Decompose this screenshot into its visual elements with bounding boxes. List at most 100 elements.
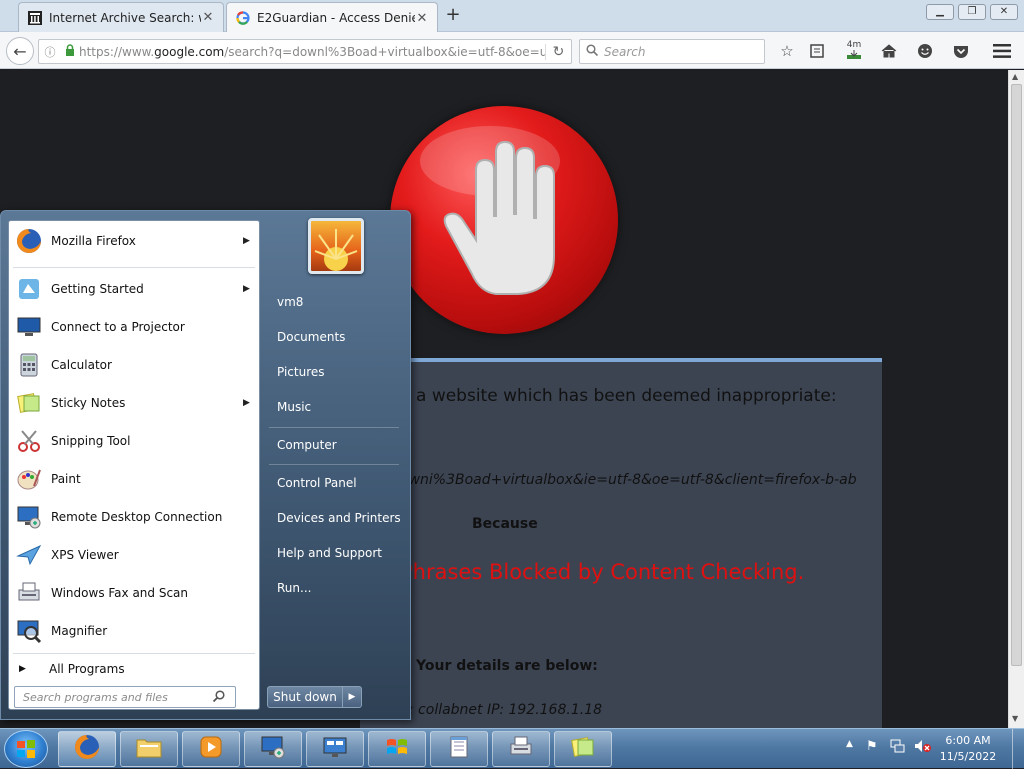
start-menu-item[interactable]: Paint: [9, 461, 259, 497]
reload-icon[interactable]: ↻: [545, 43, 571, 60]
minimize-button[interactable]: ▁: [926, 4, 954, 20]
scrollbar-thumb[interactable]: [1011, 84, 1022, 666]
download-icon[interactable]: 4m: [840, 38, 868, 62]
start-menu-item[interactable]: Getting Started ▶: [9, 271, 259, 307]
divider: [269, 464, 399, 465]
back-button[interactable]: ←: [6, 37, 34, 65]
url-bar[interactable]: ⓘ https://www.google.com/search?q=downl%…: [38, 39, 572, 64]
all-programs-button[interactable]: ▶ All Programs: [9, 657, 259, 681]
start-menu-link[interactable]: Run...: [277, 581, 311, 595]
taskbar-app-button[interactable]: [306, 731, 364, 767]
start-button[interactable]: [4, 730, 48, 768]
projector-icon: [13, 311, 45, 343]
download-time-badge: 4m: [846, 39, 862, 50]
smiley-feedback-icon[interactable]: [914, 40, 936, 62]
shutdown-options-button[interactable]: ▶: [342, 686, 362, 708]
show-hidden-icons-button[interactable]: ▲: [846, 739, 853, 749]
start-menu-item[interactable]: Windows Fax and Scan: [9, 575, 259, 611]
taskbar-app-button[interactable]: [120, 731, 178, 767]
fax-scan-icon: [508, 734, 534, 765]
home-icon[interactable]: [878, 40, 900, 62]
start-menu-link[interactable]: vm8: [277, 295, 303, 309]
start-menu-item[interactable]: Calculator: [9, 347, 259, 383]
remote-desktop-icon: [13, 501, 45, 533]
start-menu-item[interactable]: XPS Viewer: [9, 537, 259, 573]
menu-icon[interactable]: [990, 40, 1014, 62]
blocked-url: owni%3Boad+virtualbox&ie=utf-8&oe=utf-8&…: [400, 472, 857, 488]
start-menu-link[interactable]: Documents: [277, 330, 345, 344]
tab-e2guardian[interactable]: E2Guardian - Access Denied ✕: [226, 2, 438, 33]
paint-icon: [13, 463, 45, 495]
show-desktop-button[interactable]: [1012, 729, 1024, 769]
start-menu-link[interactable]: Control Panel: [277, 476, 357, 490]
pocket-icon[interactable]: [950, 40, 972, 62]
bookmark-star-icon[interactable]: ☆: [776, 40, 798, 62]
scroll-up-icon[interactable]: ▲: [1012, 72, 1018, 81]
start-menu-link[interactable]: Devices and Printers: [277, 511, 401, 525]
info-icon[interactable]: ⓘ: [39, 44, 61, 60]
taskbar: ▲ ⚑ 6:00 AM 11/5/2022: [0, 728, 1024, 769]
start-menu-item[interactable]: Connect to a Projector: [9, 309, 259, 345]
start-menu-link[interactable]: Pictures: [277, 365, 325, 379]
close-window-button[interactable]: ✕: [990, 4, 1018, 20]
start-menu-item-label: Snipping Tool: [51, 434, 131, 448]
network-status-icon[interactable]: [890, 739, 906, 757]
lock-icon: [61, 44, 79, 59]
start-menu-item-label: XPS Viewer: [51, 548, 119, 562]
system-clock[interactable]: 6:00 AM 11/5/2022: [938, 733, 998, 765]
submenu-arrow-icon[interactable]: ▶: [243, 236, 259, 246]
start-menu-item-label: Getting Started: [51, 282, 144, 296]
volume-muted-icon[interactable]: [914, 739, 932, 757]
start-menu-item[interactable]: Mozilla Firefox ▶: [9, 223, 259, 259]
taskbar-app-button[interactable]: [430, 731, 488, 767]
tab-title: E2Guardian - Access Denied: [257, 11, 415, 25]
submenu-arrow-icon[interactable]: ▶: [243, 284, 259, 294]
action-center-flag-icon[interactable]: ⚑: [866, 739, 878, 754]
explorer-folder-icon: [136, 736, 162, 763]
details-heading: Your details are below:: [416, 658, 598, 674]
tab-internet-archive[interactable]: Internet Archive Search: wi ✕: [18, 2, 224, 32]
search-icon: [212, 689, 235, 705]
new-tab-button[interactable]: +: [442, 6, 464, 26]
shutdown-button[interactable]: Shut down: [267, 686, 343, 708]
windows-flag-icon: [385, 735, 409, 764]
start-menu-link[interactable]: Computer: [277, 438, 337, 452]
search-bar[interactable]: Search: [579, 39, 765, 64]
start-menu-link[interactable]: Help and Support: [277, 546, 382, 560]
url-text[interactable]: https://www.google.com/search?q=downl%3B…: [79, 45, 545, 59]
page-scrollbar[interactable]: ▲ ▼: [1008, 70, 1024, 728]
remote-desktop-icon: [260, 734, 286, 765]
start-menu-item-label: Windows Fax and Scan: [51, 586, 189, 600]
snipping-tool-icon: [13, 425, 45, 457]
start-menu-item[interactable]: Sticky Notes ▶: [9, 385, 259, 421]
xps-viewer-icon: [13, 539, 45, 571]
taskbar-app-button[interactable]: [554, 731, 612, 767]
close-tab-icon[interactable]: ✕: [201, 10, 215, 25]
start-menu-item[interactable]: Magnifier: [9, 613, 259, 649]
triangle-right-icon: ▶: [348, 692, 356, 702]
user-avatar[interactable]: [308, 218, 364, 274]
taskbar-app-button[interactable]: [58, 731, 116, 767]
taskbar-app-button[interactable]: [182, 731, 240, 767]
fax-scan-icon: [13, 577, 45, 609]
start-menu-item-label: Magnifier: [51, 624, 108, 638]
reading-list-icon[interactable]: [806, 40, 828, 62]
taskbar-app-button[interactable]: [492, 731, 550, 767]
url-path: /search?q=downl%3Boad+virtualbox&ie=utf-…: [224, 44, 545, 59]
taskbar-app-button[interactable]: [368, 731, 426, 767]
start-search-input[interactable]: Search programs and files: [14, 686, 236, 708]
sticky-notes-icon: [13, 387, 45, 419]
magnifier-icon: [13, 615, 45, 647]
taskbar-app-button[interactable]: [244, 731, 302, 767]
stop-hand-icon: [390, 106, 618, 334]
close-tab-icon[interactable]: ✕: [415, 11, 429, 26]
scroll-down-icon[interactable]: ▼: [1012, 714, 1018, 723]
start-menu-link[interactable]: Music: [277, 400, 311, 414]
start-menu-item[interactable]: Remote Desktop Connection: [9, 499, 259, 535]
start-menu-item-label: Remote Desktop Connection: [51, 510, 223, 524]
start-menu-item[interactable]: Snipping Tool: [9, 423, 259, 459]
maximize-button[interactable]: ❐: [958, 4, 986, 20]
notepad-icon: [448, 735, 470, 764]
windows-logo-icon: [17, 740, 35, 758]
submenu-arrow-icon[interactable]: ▶: [243, 398, 259, 408]
